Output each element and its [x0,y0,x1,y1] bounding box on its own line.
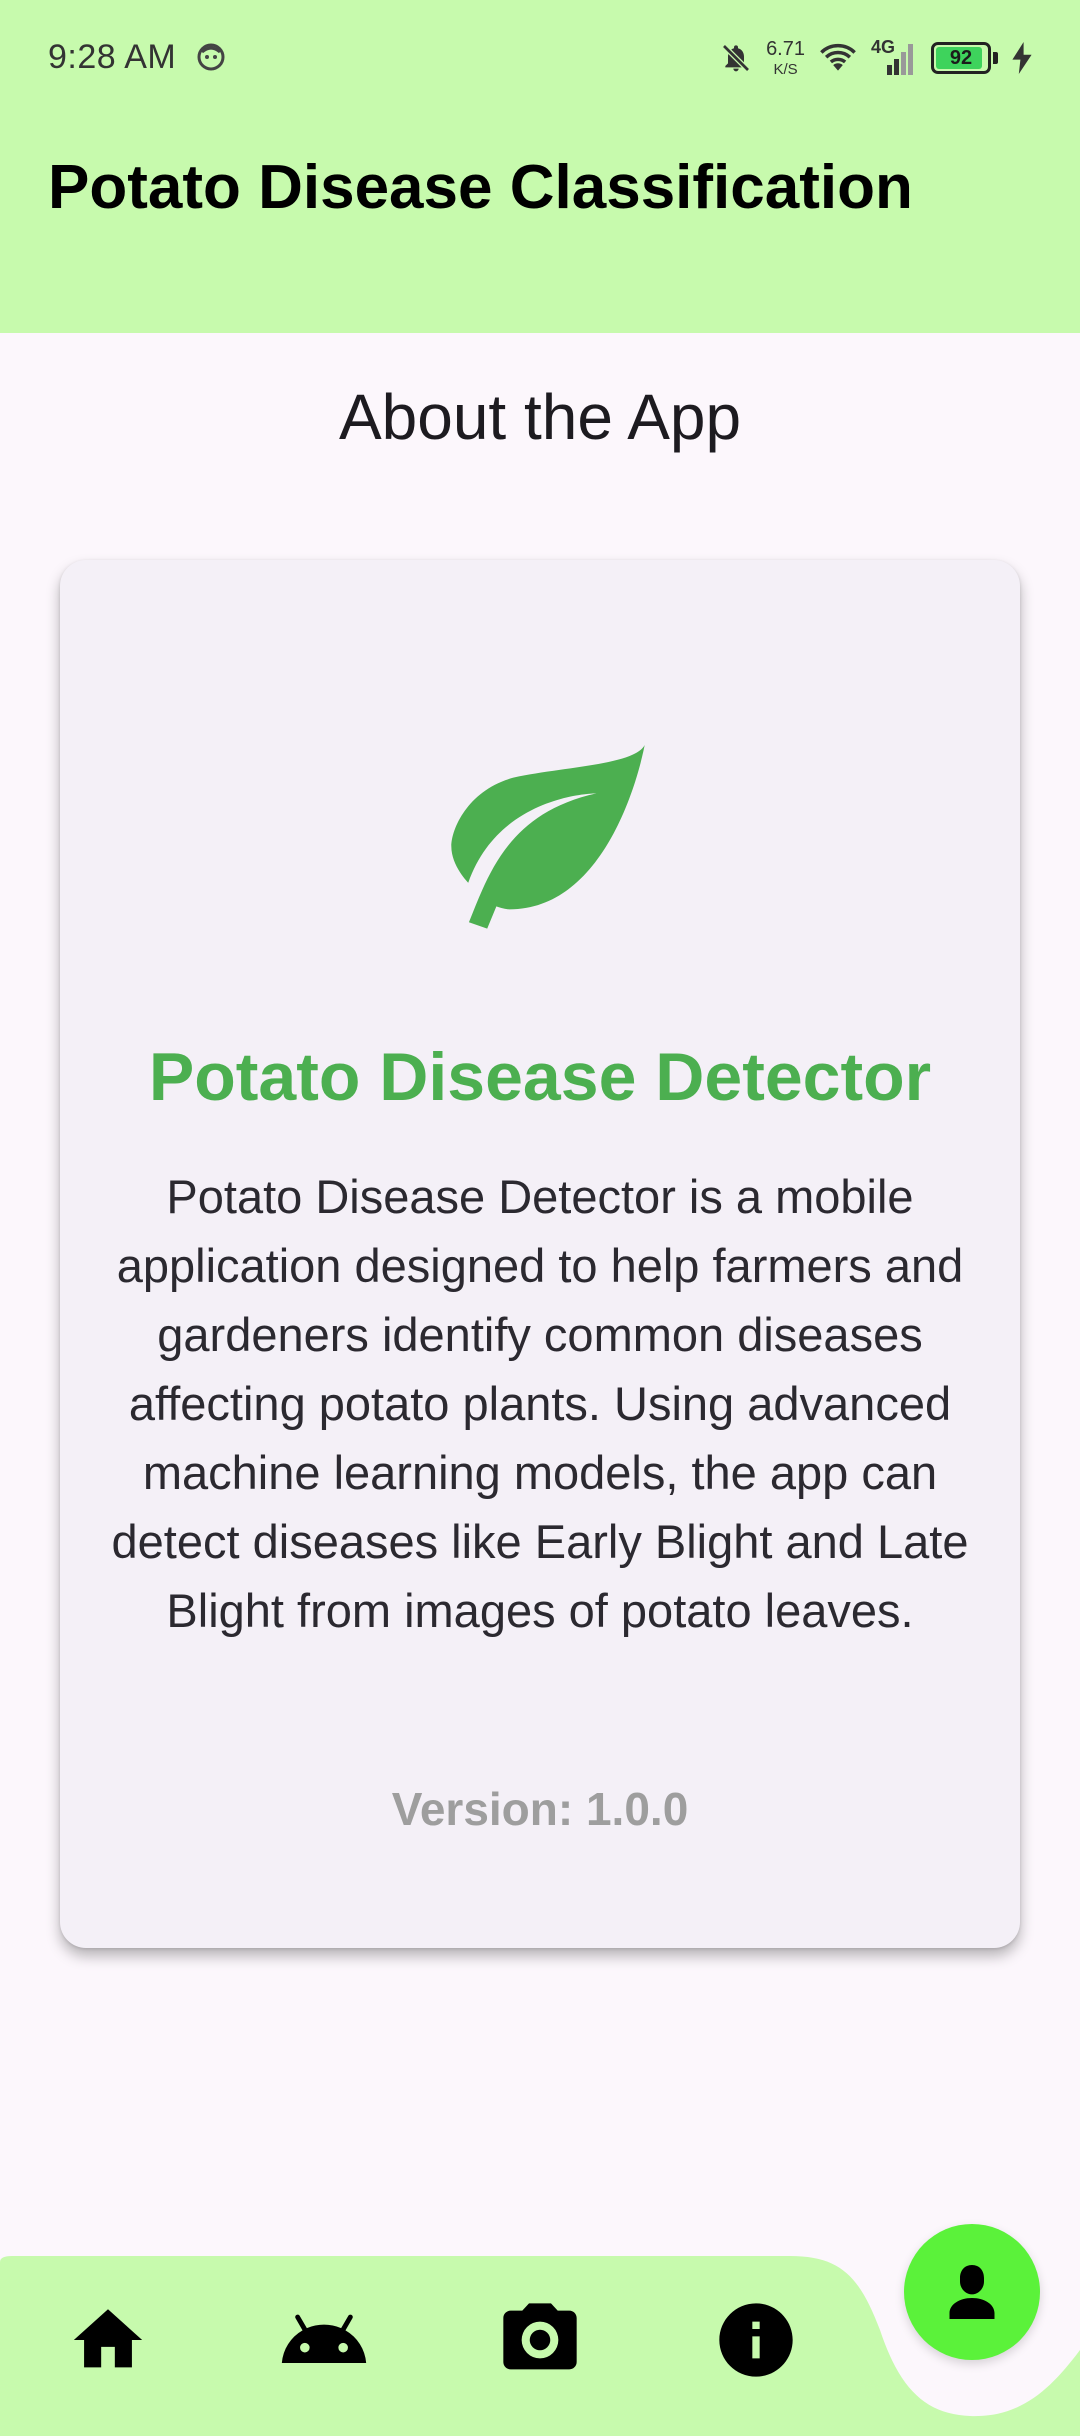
card-title: Potato Disease Detector [148,1039,932,1115]
version-label: Version: 1.0.0 [391,1783,689,1835]
camera-icon [503,2303,577,2370]
notification-face-icon [197,43,225,71]
net-speed: 6.71 K/S [766,39,805,77]
battery-tip [993,52,998,64]
nav-info-button[interactable] [706,2290,806,2390]
cell-signal-icon [887,44,913,75]
status-time: 9:28 AM [48,38,177,76]
about-card: Potato Disease Detector Potato Disease D… [60,560,1020,1948]
profile-fab-button[interactable] [904,2224,1040,2360]
net-speed-unit: K/S [773,61,798,78]
nav-camera-button[interactable] [490,2290,590,2390]
status-bar: 9:28 AM 6.71 K/S 4G 92 [0,0,1080,116]
card-description: Potato Disease Detector is a mobile appl… [111,1170,969,1637]
nav-android-button[interactable] [274,2290,374,2390]
mute-bell-icon [722,44,750,72]
app-screen: 9:28 AM 6.71 K/S 4G 92 Potato Disease Cl… [0,0,1080,2436]
net-speed-value: 6.71 [766,38,805,60]
cell-signal: 4G [871,37,917,75]
charging-bolt-icon [1012,42,1032,74]
wifi-icon [820,43,856,71]
nav-home-button[interactable] [58,2290,158,2390]
person-icon [949,2265,995,2319]
battery-indicator: 92 [931,42,991,74]
status-icons: 6.71 K/S 4G 92 [720,36,1032,80]
android-icon [281,2314,367,2363]
app-title: Potato Disease Classification [48,153,913,222]
info-icon [719,2303,793,2377]
app-bar: 9:28 AM 6.71 K/S 4G 92 Potato Disease Cl… [0,0,1080,333]
home-icon [73,2309,143,2368]
page-heading: About the App [338,381,742,453]
battery-level: 92 [949,46,973,69]
leaf-icon [451,745,645,929]
